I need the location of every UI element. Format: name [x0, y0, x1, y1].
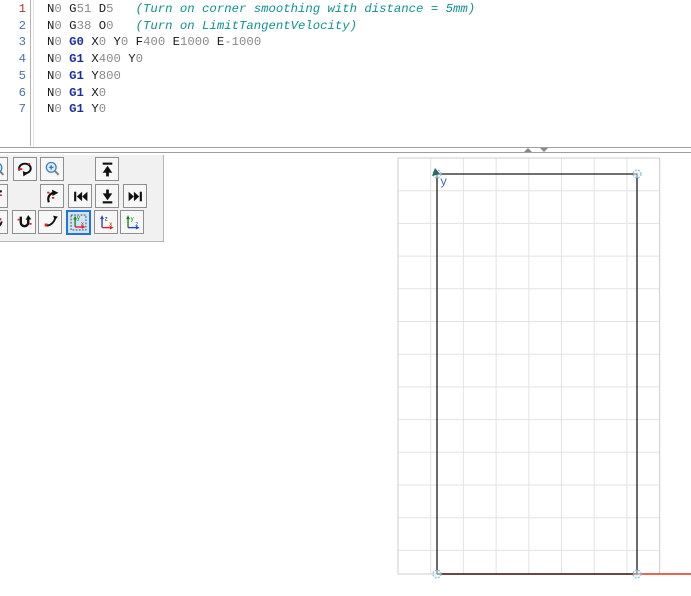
step-bottom-icon — [102, 189, 112, 203]
plane-zx-icon: zx — [99, 214, 114, 230]
rotate-left-icon — [0, 189, 2, 196]
plane-yz-icon: yz — [125, 214, 140, 230]
zoom-out-button[interactable] — [0, 157, 8, 181]
code-line[interactable]: 3 N0 G0 X0 Y0 F400 E1000 E-1000 — [0, 34, 691, 51]
code-text: N0 G38 O0 (Turn on LimitTangentVelocity) — [47, 18, 358, 33]
svg-text:z: z — [104, 216, 108, 222]
svg-text:x: x — [108, 221, 112, 227]
toolpath-preview-pane: y yxzxyz — [0, 153, 691, 596]
code-line[interactable]: 7 N0 G1 Y0 — [0, 101, 691, 118]
arc-fragment-button[interactable] — [0, 210, 8, 234]
code-line[interactable]: 5 N0 G1 Y800 — [0, 68, 691, 85]
arc-move-icon — [44, 215, 58, 227]
line-number: 1 — [18, 2, 26, 16]
step-back-icon — [73, 191, 87, 201]
rotate-cw-icon — [46, 189, 58, 203]
toolpath-outline — [436, 173, 638, 575]
y-axis-label: y — [440, 175, 447, 189]
svg-text:z: z — [134, 221, 138, 227]
code-text: N0 G1 Y800 — [47, 68, 121, 83]
step-forward-icon — [128, 191, 142, 201]
step-top-icon — [102, 162, 112, 176]
step-bottom-button[interactable] — [95, 184, 119, 208]
rotate-u-icon — [17, 214, 32, 227]
line-number: 3 — [18, 35, 26, 50]
path-node-marker — [632, 569, 642, 579]
code-text: N0 G0 X0 Y0 F400 E1000 E-1000 — [47, 35, 262, 50]
line-number: 2 — [18, 18, 26, 33]
rotate-view-icon — [17, 162, 32, 176]
plane-xy-icon: yx — [70, 214, 87, 231]
code-text: N0 G51 D5 (Turn on corner smoothing with… — [47, 2, 476, 16]
step-back-button[interactable] — [68, 184, 92, 208]
code-line[interactable]: 6 N0 G1 X0 — [0, 85, 691, 102]
plane-xy-button[interactable]: yx — [66, 210, 91, 235]
zoom-in-icon — [45, 161, 59, 176]
code-text: N0 G1 Y0 — [47, 102, 107, 117]
plane-yz-button[interactable]: yz — [120, 210, 144, 234]
rotate-view-button[interactable] — [13, 157, 37, 181]
splitter-down-icon[interactable] — [540, 148, 548, 152]
code-text: N0 G1 X400 Y0 — [47, 52, 144, 67]
splitter-up-icon[interactable] — [524, 148, 532, 152]
path-node-marker — [632, 169, 642, 179]
code-line[interactable]: 1 N0 G51 D5 (Turn on corner smoothing wit… — [0, 1, 691, 18]
svg-text:y: y — [130, 216, 134, 222]
zoom-out-icon — [0, 163, 4, 175]
rotate-u-button[interactable] — [12, 210, 36, 234]
step-forward-button[interactable] — [123, 184, 147, 208]
rotate-cw-button[interactable] — [40, 184, 64, 208]
line-number: 6 — [18, 85, 26, 100]
gutter-separator-line — [30, 0, 31, 146]
collapse-left-icon[interactable] — [149, 159, 161, 177]
gutter-separator-line-2 — [33, 0, 34, 146]
svg-text:x: x — [81, 221, 85, 227]
step-top-button[interactable] — [95, 157, 119, 181]
code-lines: 1 N0 G51 D5 (Turn on corner smoothing wit… — [0, 1, 691, 118]
code-line[interactable]: 2 N0 G38 O0 (Turn on LimitTangentVelocity… — [0, 18, 691, 35]
gcode-editor-pane[interactable]: 1 N0 G51 D5 (Turn on corner smoothing wit… — [0, 0, 691, 146]
code-line[interactable]: 4 N0 G1 X400 Y0 — [0, 51, 691, 68]
line-number: 5 — [18, 68, 26, 83]
rotate-left-button[interactable] — [0, 184, 8, 208]
zoom-in-button[interactable] — [40, 157, 64, 181]
line-number: 4 — [18, 52, 26, 67]
arc-fragment-icon — [0, 217, 3, 226]
preview-toolbar: yxzxyz — [0, 155, 164, 242]
line-number: 7 — [18, 102, 26, 117]
plane-zx-button[interactable]: zx — [94, 210, 118, 234]
arc-move-button[interactable] — [38, 210, 62, 234]
code-text: N0 G1 X0 — [47, 85, 107, 100]
path-node-marker — [432, 569, 442, 579]
